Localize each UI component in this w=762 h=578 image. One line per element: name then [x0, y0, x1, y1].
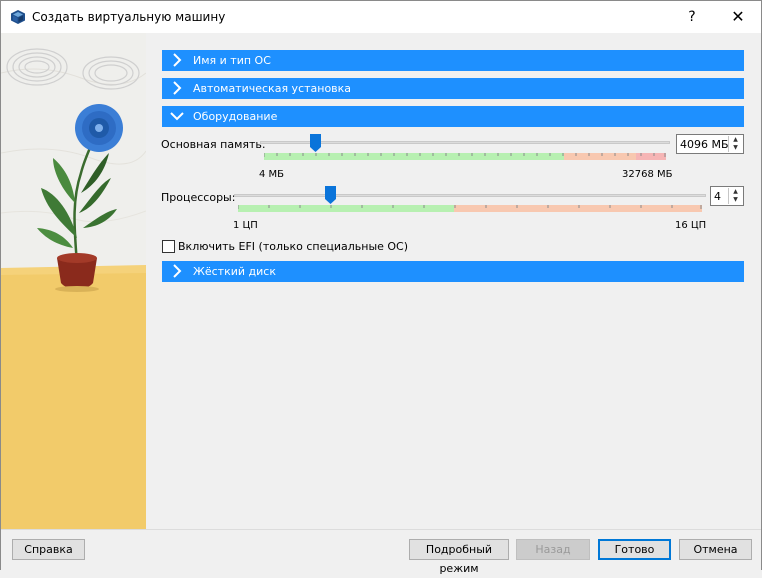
cancel-button[interactable]: Отмена: [679, 539, 752, 560]
title-bar: Создать виртуальную машину ? ✕: [1, 1, 761, 33]
close-button[interactable]: ✕: [715, 1, 761, 33]
window-title: Создать виртуальную машину: [32, 10, 226, 24]
dialog-footer: Справка Подробный режим Назад Готово Отм…: [1, 529, 761, 575]
section-name-os-label: Имя и тип ОС: [193, 54, 271, 67]
chevron-right-icon: [170, 53, 184, 67]
spin-down-icon[interactable]: ▼: [729, 144, 742, 152]
memory-spin-arrows[interactable]: ▲ ▼: [728, 136, 742, 152]
spin-up-icon[interactable]: ▲: [729, 136, 742, 144]
memory-slider-track[interactable]: [260, 141, 670, 144]
section-hardware[interactable]: Оборудование: [162, 106, 744, 127]
help-button[interactable]: ?: [669, 1, 715, 33]
cpu-scale: [238, 205, 702, 212]
memory-label: Основная память:: [161, 138, 266, 151]
cpu-spinbox[interactable]: 4 ▲ ▼: [710, 186, 744, 206]
memory-spinbox[interactable]: 4096 МБ ▲ ▼: [676, 134, 744, 154]
wizard-content: Имя и тип ОС Автоматическая установка Об…: [146, 33, 761, 529]
expert-mode-button[interactable]: Подробный режим: [409, 539, 509, 575]
memory-value: 4096 МБ: [680, 138, 729, 151]
cpu-slider-thumb[interactable]: [325, 186, 336, 204]
efi-label[interactable]: Включить EFI (только специальные ОС): [178, 240, 408, 253]
chevron-right-icon: [170, 81, 184, 95]
section-unattended-label: Автоматическая установка: [193, 82, 352, 95]
memory-slider-thumb[interactable]: [310, 134, 321, 152]
section-unattended[interactable]: Автоматическая установка: [162, 78, 744, 99]
section-hardware-label: Оборудование: [193, 110, 278, 123]
section-disk[interactable]: Жёсткий диск: [162, 261, 744, 282]
back-button[interactable]: Назад: [516, 539, 590, 560]
cpu-spin-arrows[interactable]: ▲ ▼: [728, 188, 742, 204]
spin-up-icon[interactable]: ▲: [729, 188, 742, 196]
virtualbox-icon: [10, 9, 26, 25]
cpu-slider-track[interactable]: [234, 194, 706, 197]
cpu-max-label: 16 ЦП: [675, 220, 707, 231]
chevron-right-icon: [170, 264, 184, 278]
section-disk-label: Жёсткий диск: [193, 265, 276, 278]
dialog-window: Создать виртуальную машину ? ✕ Имя и тип…: [0, 0, 762, 575]
chevron-down-icon: [170, 109, 184, 123]
cpu-min-label: 1 ЦП: [233, 220, 258, 231]
efi-checkbox[interactable]: [162, 240, 175, 253]
cpu-value: 4: [714, 190, 721, 203]
wizard-illustration: [1, 33, 146, 529]
cpu-label: Процессоры:: [161, 191, 236, 204]
memory-min-label: 4 МБ: [259, 169, 285, 180]
finish-button[interactable]: Готово: [598, 539, 671, 560]
memory-max-label: 32768 МБ: [622, 169, 673, 180]
memory-scale: [264, 153, 666, 160]
help-footer-button[interactable]: Справка: [12, 539, 85, 560]
spin-down-icon[interactable]: ▼: [729, 196, 742, 204]
section-name-os[interactable]: Имя и тип ОС: [162, 50, 744, 71]
